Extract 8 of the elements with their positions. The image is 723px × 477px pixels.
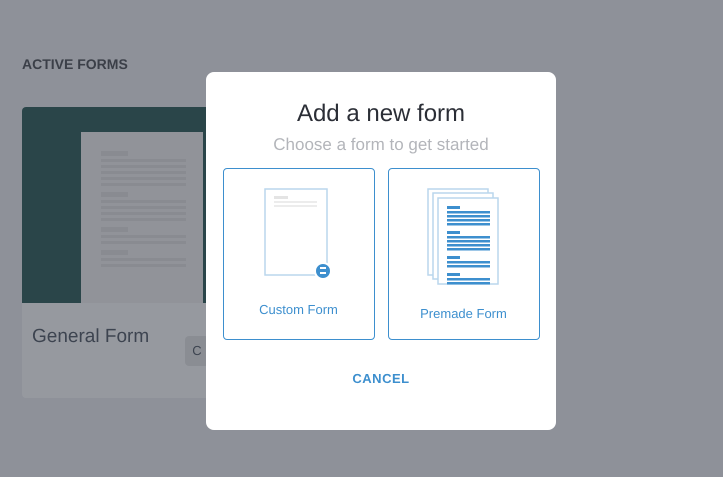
- document-stack-icon: [426, 188, 500, 286]
- dialog-subtitle: Choose a form to get started: [273, 134, 489, 156]
- section-title: ACTIVE FORMS: [22, 55, 129, 73]
- cancel-button[interactable]: CANCEL: [352, 369, 410, 388]
- form-title: General Form: [32, 325, 150, 349]
- dialog-title: Add a new form: [296, 99, 466, 129]
- form-option[interactable]: Custom Form: [222, 168, 374, 340]
- form-option[interactable]: Premade Form: [388, 168, 540, 340]
